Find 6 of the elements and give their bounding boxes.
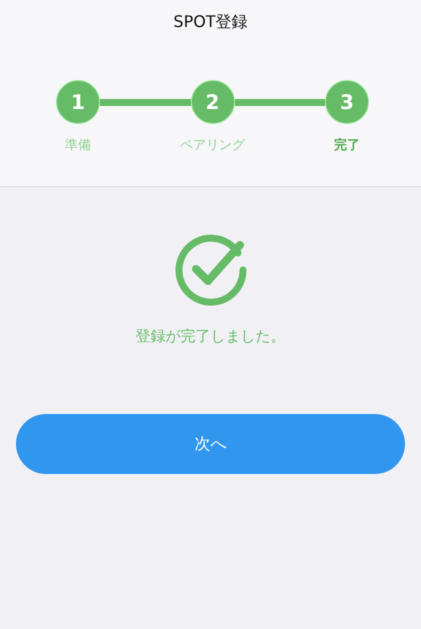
next-button[interactable]: 次へ xyxy=(16,414,405,474)
success-message: 登録が完了しました。 xyxy=(136,326,286,347)
page-title: SPOT登録 xyxy=(173,11,248,33)
step-label: 完了 xyxy=(334,136,360,155)
step-label: ペアリング xyxy=(180,137,245,155)
step-label: 準備 xyxy=(65,137,91,155)
